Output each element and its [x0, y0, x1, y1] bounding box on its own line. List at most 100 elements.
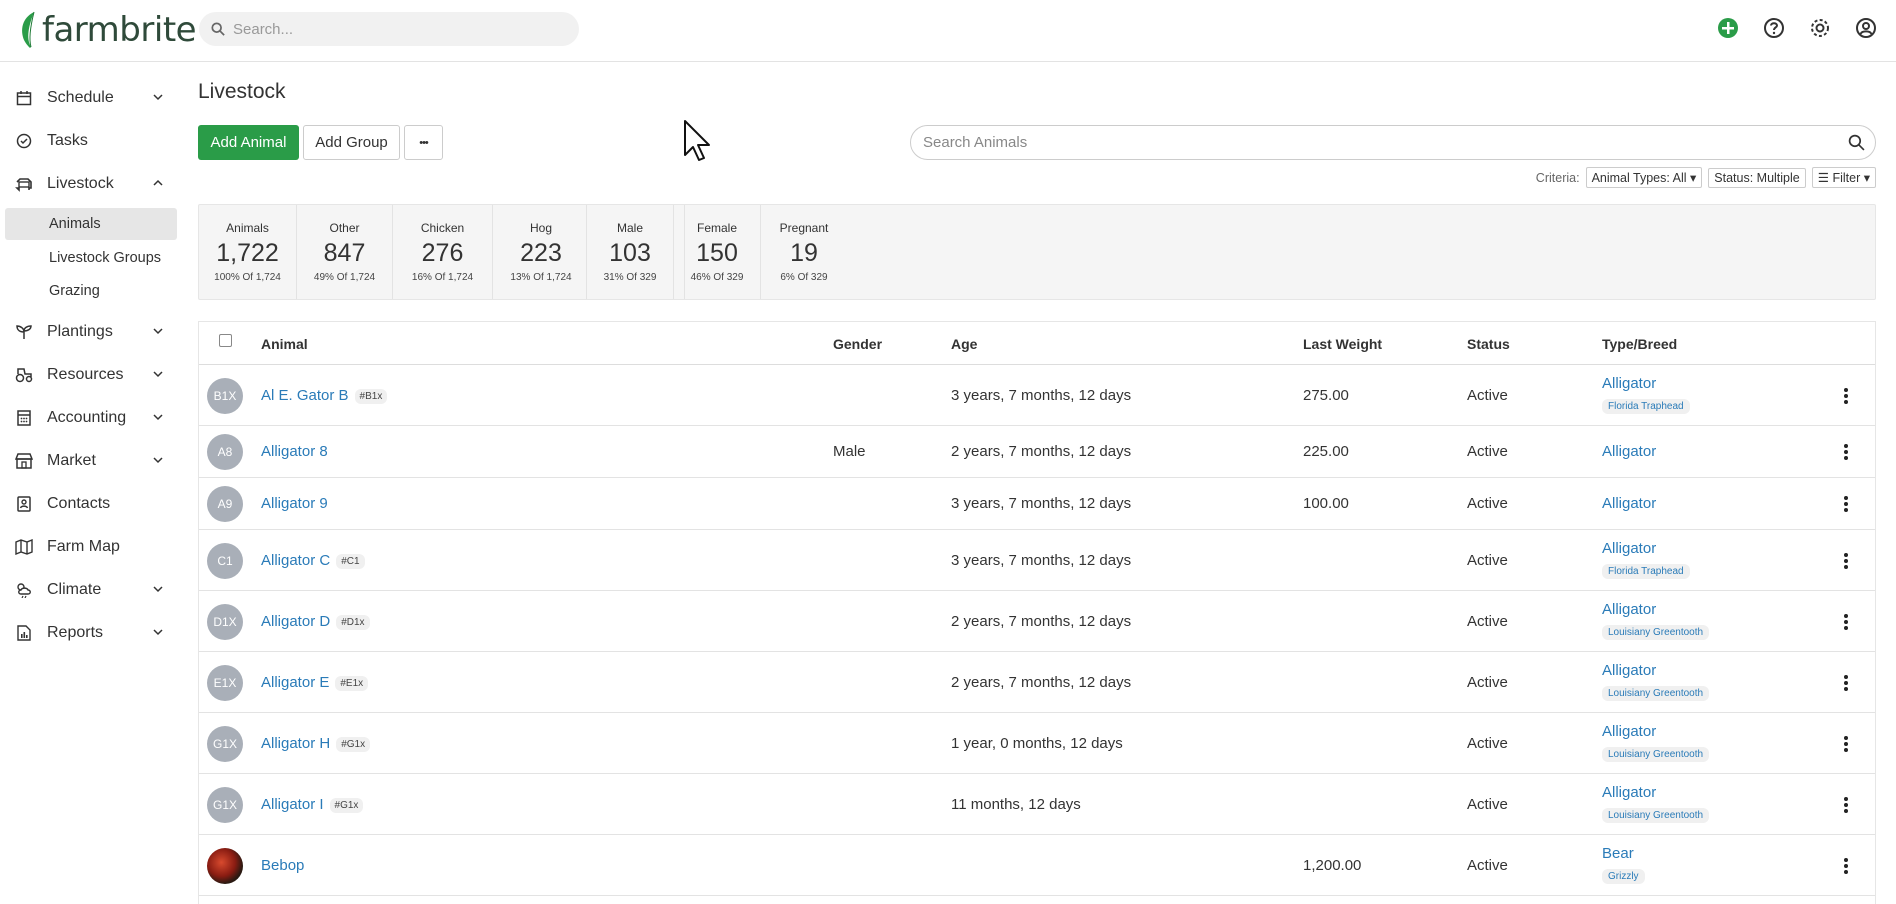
table-row[interactable]: G1X Alligator H #G1x 1 year, 0 months, 12 d…	[199, 713, 1875, 774]
animal-avatar[interactable]: A8	[207, 434, 243, 470]
stat-label: Male	[616, 221, 643, 235]
sidebar-item-schedule[interactable]: Schedule	[0, 78, 186, 118]
sidebar-item-label: Schedule	[47, 89, 114, 106]
breed-badge[interactable]: Florida Traphead	[1602, 564, 1690, 579]
search-animals-input[interactable]: Search Animals	[910, 125, 1876, 160]
animal-avatar[interactable]: G1X	[207, 726, 243, 762]
status-label: Status: Multiple	[1714, 170, 1800, 185]
row-actions-kebab-icon[interactable]	[1841, 442, 1851, 462]
breed-badge[interactable]: Grizzly	[1602, 869, 1645, 884]
breed-badge[interactable]: Florida Traphead	[1602, 399, 1690, 414]
animal-avatar[interactable]: B1X	[207, 378, 243, 414]
column-type-breed[interactable]: Type/Breed	[1602, 336, 1677, 352]
table-row[interactable]: A9 Alligator 9 3 years, 7 months, 12 days 1…	[199, 478, 1875, 530]
animal-avatar[interactable]: D1X	[207, 604, 243, 640]
stat-chicken[interactable]: Chicken 276 16% Of 1,724	[393, 205, 493, 299]
farmbrite-logo[interactable]: farmbrite	[18, 6, 197, 54]
animal-avatar[interactable]: G1X	[207, 787, 243, 823]
table-row[interactable]: C1 Alligator C #C1 3 years, 7 months, 12 da…	[199, 530, 1875, 591]
animal-name-link[interactable]: Alligator D	[261, 613, 330, 630]
sidebar-item-accounting[interactable]: Accounting	[0, 398, 186, 438]
sidebar-item-livestock-groups[interactable]: Livestock Groups	[5, 242, 177, 274]
column-status[interactable]: Status	[1467, 336, 1510, 352]
sidebar-item-animals[interactable]: Animals	[5, 208, 177, 240]
animal-avatar[interactable]	[207, 848, 243, 884]
breed-badge[interactable]: Louisiany Greentooth	[1602, 625, 1710, 640]
sidebar-item-market[interactable]: Market	[0, 441, 186, 481]
sidebar-item-reports[interactable]: Reports	[0, 613, 186, 653]
sidebar-item-contacts[interactable]: Contacts	[0, 484, 186, 524]
stat-male[interactable]: Male 103 31% Of 329	[586, 205, 674, 299]
row-actions-kebab-icon[interactable]	[1841, 673, 1851, 693]
table-row[interactable]: D1X Alligator D #D1x 2 years, 7 months, 12 …	[199, 591, 1875, 652]
animal-avatar[interactable]: A9	[207, 486, 243, 522]
sidebar-item-grazing[interactable]: Grazing	[5, 275, 177, 307]
sidebar-item-farm-map[interactable]: Farm Map	[0, 527, 186, 567]
more-actions-button[interactable]: •••	[404, 125, 443, 160]
status-cell: Active	[1467, 387, 1508, 404]
animal-avatar[interactable]: C1	[207, 543, 243, 579]
sidebar-item-tasks[interactable]: Tasks	[0, 121, 186, 161]
type-link[interactable]: Alligator	[1602, 495, 1656, 512]
table-row[interactable]: B1X Al E. Gator B #B1x 3 years, 7 months, 1…	[199, 365, 1875, 426]
sidebar-item-climate[interactable]: Climate	[0, 570, 186, 610]
type-link[interactable]: Alligator	[1602, 784, 1709, 801]
animal-name-link[interactable]: Alligator I	[261, 796, 324, 813]
type-link[interactable]: Alligator	[1602, 601, 1709, 618]
user-icon[interactable]	[1852, 14, 1880, 42]
row-actions-kebab-icon[interactable]	[1841, 551, 1851, 571]
add-animal-button[interactable]: Add Animal	[198, 125, 299, 160]
stat-animals[interactable]: Animals 1,722 100% Of 1,724	[199, 205, 297, 299]
type-link[interactable]: Alligator	[1602, 443, 1656, 460]
animal-name-link[interactable]: Alligator 8	[261, 443, 328, 460]
stat-other[interactable]: Other 847 49% Of 1,724	[297, 205, 393, 299]
animal-name-link[interactable]: Alligator E	[261, 674, 329, 691]
type-link[interactable]: Alligator	[1602, 662, 1709, 679]
table-row[interactable]: E1X Alligator E #E1x 2 years, 7 months, 12 …	[199, 652, 1875, 713]
search-icon[interactable]	[1848, 134, 1865, 151]
row-actions-kebab-icon[interactable]	[1841, 386, 1851, 406]
sidebar-item-livestock[interactable]: Livestock	[0, 164, 186, 204]
breed-badge[interactable]: Louisiany Greentooth	[1602, 808, 1710, 823]
type-link[interactable]: Alligator	[1602, 375, 1690, 392]
column-animal[interactable]: Animal	[261, 336, 308, 352]
stat-female[interactable]: Female 150 46% Of 329	[674, 205, 761, 299]
breed-badge[interactable]: Louisiany Greentooth	[1602, 747, 1710, 762]
sidebar-item-plantings[interactable]: Plantings	[0, 312, 186, 352]
row-actions-kebab-icon[interactable]	[1841, 795, 1851, 815]
row-actions-kebab-icon[interactable]	[1841, 494, 1851, 514]
row-actions-kebab-icon[interactable]	[1841, 856, 1851, 876]
filter-dropdown[interactable]: ☰ Filter ▾	[1811, 167, 1876, 188]
type-link[interactable]: Alligator	[1602, 540, 1690, 557]
select-all-checkbox[interactable]	[219, 334, 232, 347]
sidebar-item-resources[interactable]: Resources	[0, 355, 186, 395]
table-row[interactable]: G1X Alligator I #G1x 11 months, 12 days Acti…	[199, 774, 1875, 835]
breed-badge[interactable]: Louisiany Greentooth	[1602, 686, 1710, 701]
type-link[interactable]: Bear	[1602, 845, 1645, 862]
animal-name-link[interactable]: Alligator C	[261, 552, 330, 569]
row-actions-kebab-icon[interactable]	[1841, 612, 1851, 632]
last-weight-cell: 225.00	[1303, 443, 1349, 460]
animal-name-link[interactable]: Alligator H	[261, 735, 330, 752]
add-circle-icon[interactable]	[1714, 14, 1742, 42]
global-search-input[interactable]: Search...	[199, 12, 579, 46]
column-last-weight[interactable]: Last Weight	[1303, 336, 1382, 352]
column-gender[interactable]: Gender	[833, 336, 882, 352]
animal-name-link[interactable]: Bebop	[261, 857, 304, 874]
settings-icon[interactable]	[1806, 14, 1834, 42]
status-dropdown[interactable]: Status: Multiple	[1708, 167, 1806, 188]
table-row[interactable]: A8 Alligator 8 Male 2 years, 7 months, 12 d…	[199, 426, 1875, 478]
animal-types-dropdown[interactable]: Animal Types: All ▾	[1585, 167, 1703, 188]
column-age[interactable]: Age	[951, 336, 977, 352]
animal-name-link[interactable]: Al E. Gator B	[261, 387, 349, 404]
stat-sub: 13% Of 1,724	[510, 272, 572, 283]
animal-name-link[interactable]: Alligator 9	[261, 495, 328, 512]
help-icon[interactable]	[1760, 14, 1788, 42]
add-group-button[interactable]: Add Group	[303, 125, 400, 160]
type-link[interactable]: Alligator	[1602, 723, 1709, 740]
row-actions-kebab-icon[interactable]	[1841, 734, 1851, 754]
stat-pregnant[interactable]: Pregnant 19 6% Of 329	[761, 205, 847, 299]
animal-avatar[interactable]: E1X	[207, 665, 243, 701]
table-row[interactable]: Bebop 1,200.00 Active Bear Grizzly	[199, 835, 1875, 896]
age-cell: 2 years, 7 months, 12 days	[951, 613, 1132, 630]
